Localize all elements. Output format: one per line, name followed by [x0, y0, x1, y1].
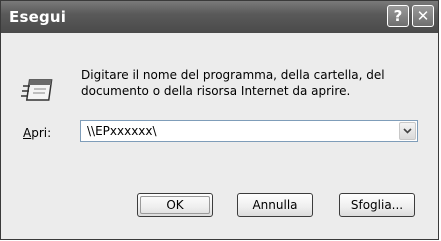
- run-dialog: Esegui ? ✕ Digitare il nome del programm…: [0, 0, 439, 240]
- close-button[interactable]: ✕: [412, 5, 434, 27]
- run-program-icon: [21, 79, 53, 101]
- ok-button-label: OK: [166, 198, 184, 212]
- cancel-button[interactable]: Annulla: [237, 193, 313, 217]
- cancel-button-label: Annulla: [252, 198, 298, 212]
- open-input-value[interactable]: \\EPxxxxxx\: [87, 124, 157, 138]
- browse-button-label: Sfoglia...: [350, 198, 404, 212]
- open-label: Apri:: [23, 126, 51, 140]
- close-icon: ✕: [416, 6, 430, 25]
- chevron-down-icon: [403, 128, 412, 134]
- title-bar[interactable]: Esegui ? ✕: [1, 1, 438, 33]
- open-label-rest: pri:: [31, 126, 52, 140]
- help-icon: ?: [393, 6, 403, 25]
- browse-button[interactable]: Sfoglia...: [339, 193, 415, 217]
- instruction-text: Digitare il nome del programma, della ca…: [81, 68, 385, 98]
- help-button[interactable]: ?: [387, 5, 409, 27]
- window-title: Esegui: [9, 8, 67, 26]
- open-label-accesskey: A: [23, 126, 32, 140]
- ok-button[interactable]: OK: [137, 193, 213, 217]
- open-combobox[interactable]: \\EPxxxxxx\: [80, 120, 418, 142]
- dialog-body: Digitare il nome del programma, della ca…: [1, 33, 438, 239]
- dropdown-button[interactable]: [399, 122, 416, 140]
